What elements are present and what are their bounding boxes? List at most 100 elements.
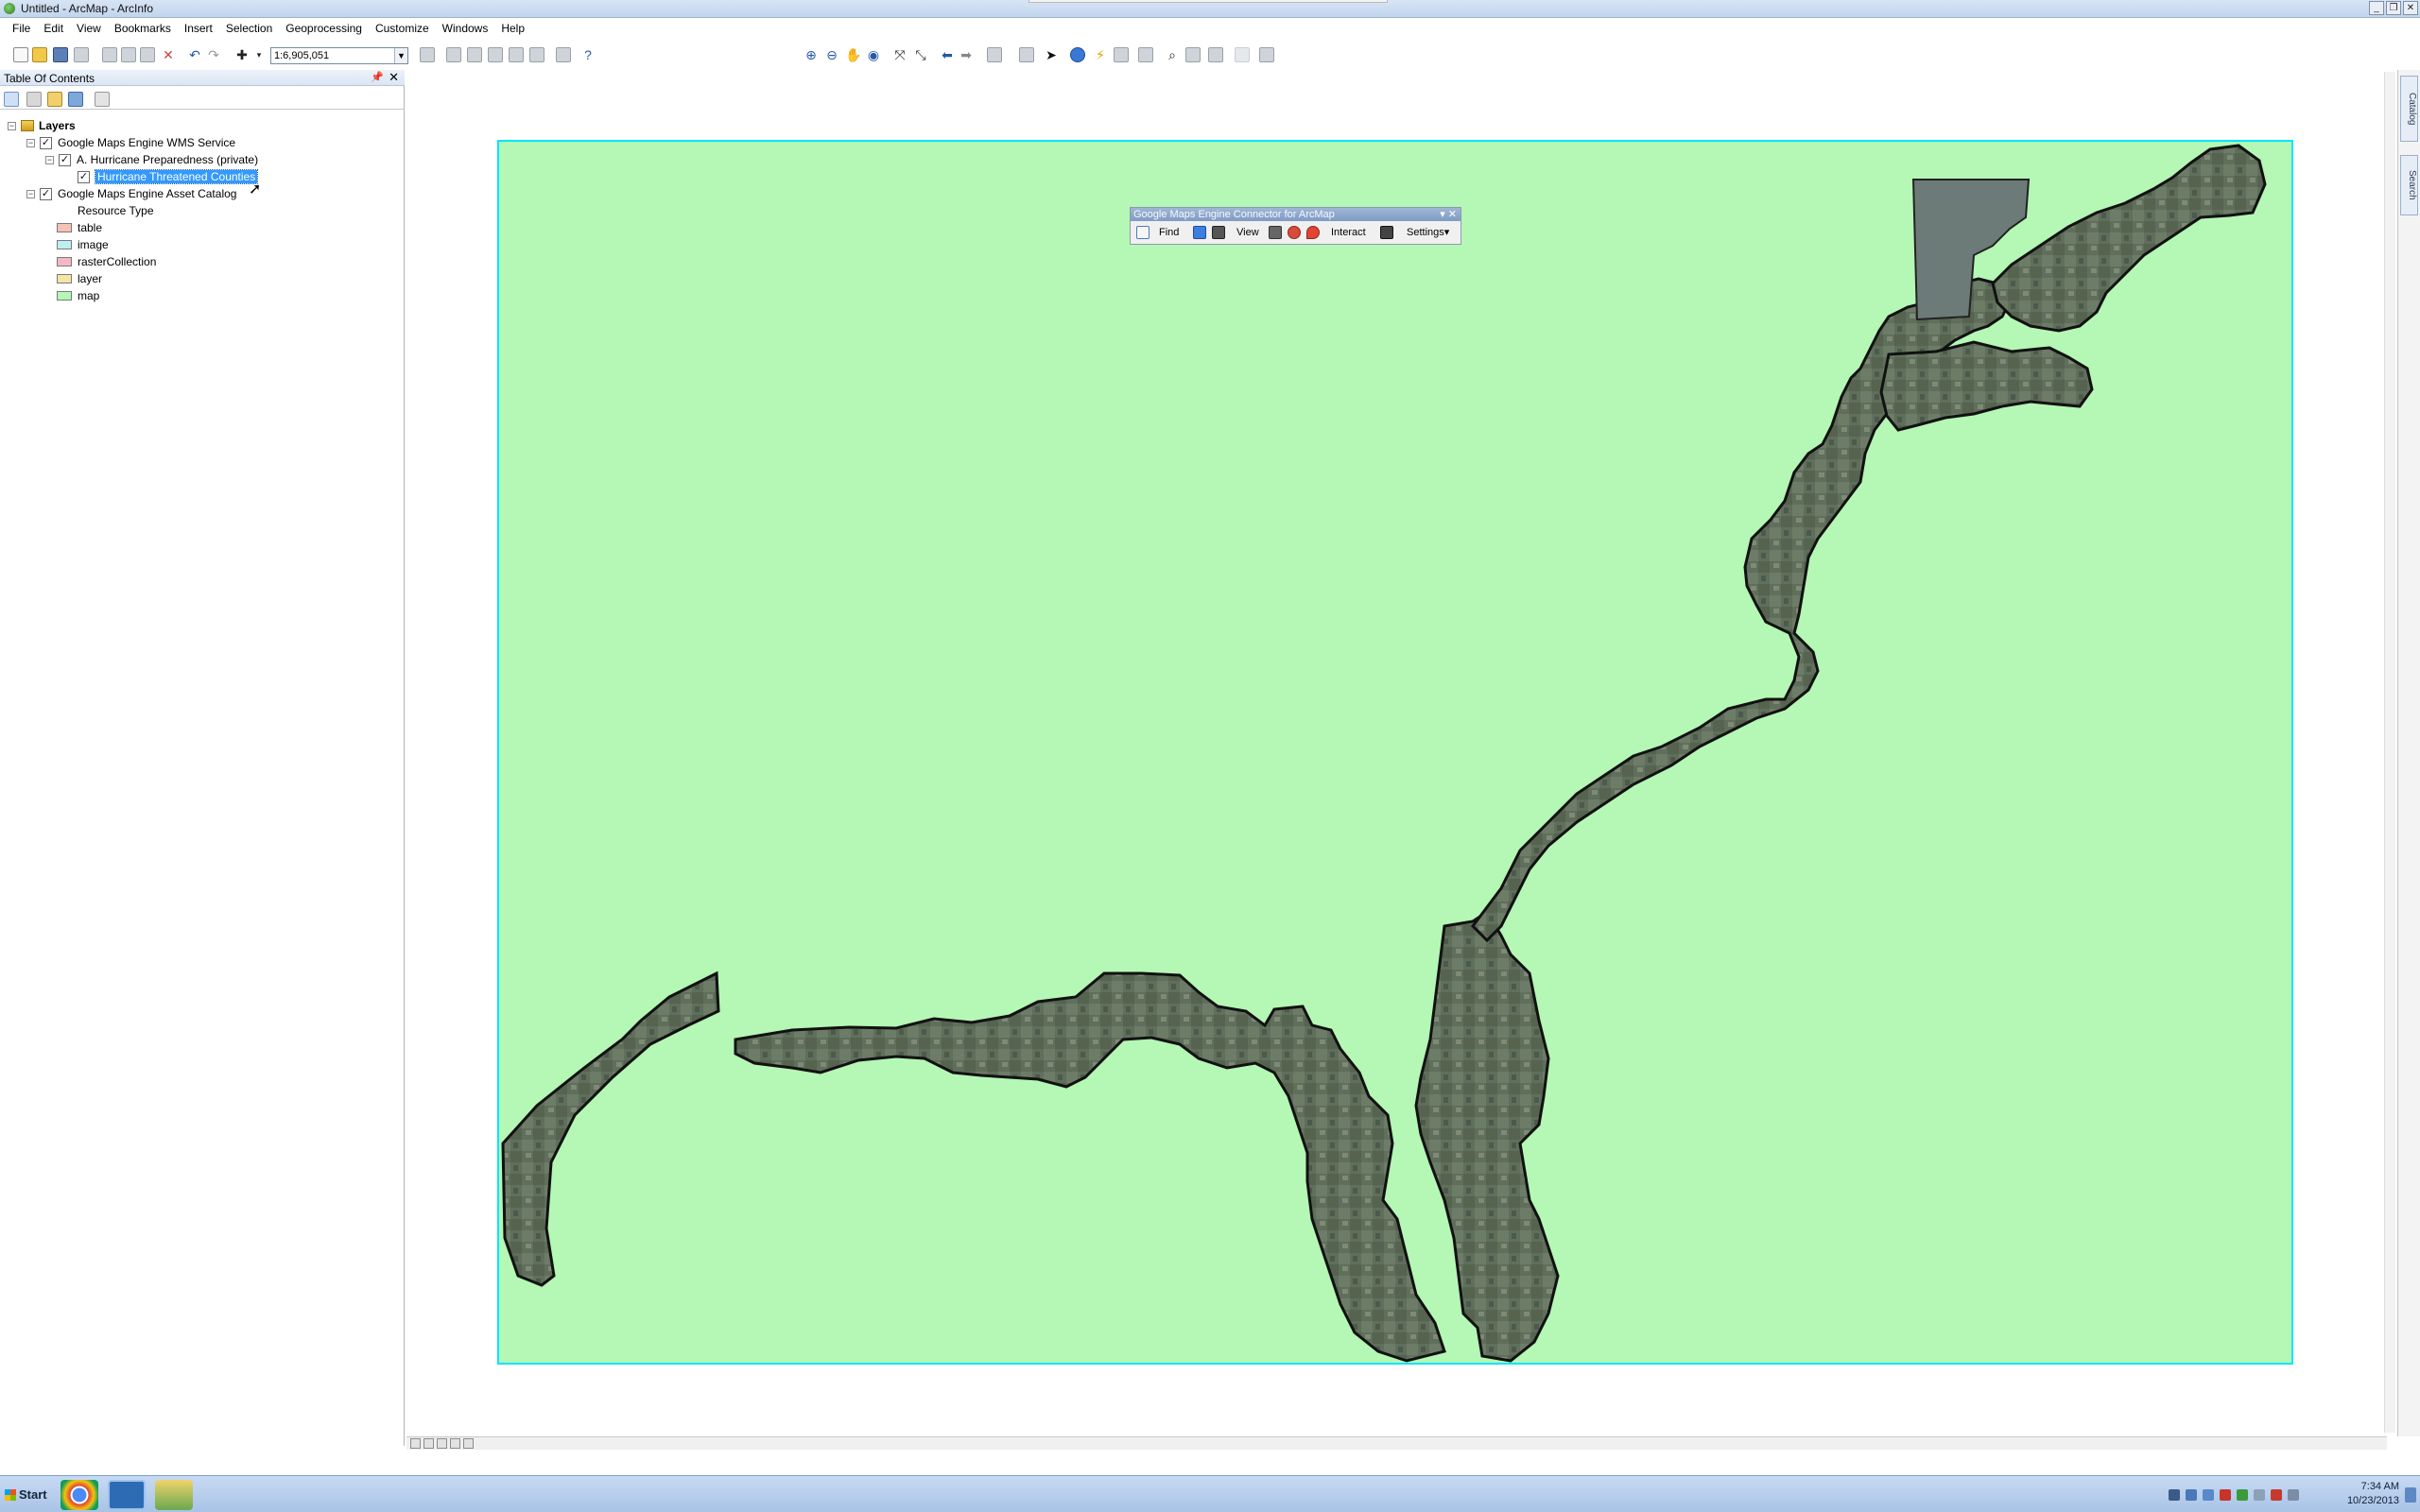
list-by-selection-icon[interactable] — [68, 92, 83, 107]
open-folder-icon[interactable] — [32, 47, 47, 62]
hyperlink-icon[interactable]: ⚡ — [1093, 47, 1108, 62]
pan-icon[interactable]: ✋ — [845, 47, 861, 62]
search-dock-tab[interactable]: Search — [2400, 155, 2418, 215]
add-data-dropdown-icon[interactable]: ▾ — [251, 47, 267, 62]
minimize-icon[interactable]: _ — [2369, 1, 2384, 15]
menu-bookmarks[interactable]: Bookmarks — [108, 20, 178, 39]
layout-view-icon[interactable] — [424, 1438, 434, 1449]
tray-app-icon[interactable] — [2237, 1489, 2248, 1501]
paste-icon[interactable] — [140, 47, 155, 62]
list-by-visibility-icon[interactable] — [47, 92, 62, 107]
auto-hide-pin-icon[interactable]: 📌 — [371, 71, 384, 83]
tree-row-layers[interactable]: − Layers — [8, 117, 76, 134]
menu-view[interactable]: View — [70, 20, 108, 39]
layer-visibility-checkbox[interactable]: ✓ — [78, 170, 90, 183]
arctoolbox-icon[interactable] — [509, 47, 524, 62]
tray-app-icon[interactable] — [2203, 1489, 2214, 1501]
delete-icon[interactable]: ✕ — [161, 47, 176, 62]
identify-icon[interactable] — [1070, 47, 1085, 62]
save-icon[interactable] — [53, 47, 68, 62]
scroll-left-icon[interactable] — [463, 1438, 474, 1449]
network-icon[interactable] — [2288, 1489, 2299, 1501]
tree-row-hurricane-threatened-counties[interactable]: ✓ Hurricane Threatened Counties — [78, 168, 259, 185]
tree-row-wms-service[interactable]: − ✓ Google Maps Engine WMS Service — [26, 134, 235, 151]
select-elements-icon[interactable]: ➤ — [1044, 47, 1059, 62]
tray-app-icon[interactable] — [2220, 1489, 2231, 1501]
layer-icon[interactable] — [1269, 226, 1282, 239]
map-scale-combobox[interactable]: 1:6,905,051 ▼ — [270, 47, 408, 64]
layer-visibility-checkbox[interactable]: ✓ — [59, 153, 71, 166]
map-marker-icon[interactable] — [1306, 226, 1320, 239]
collapse-icon[interactable]: − — [8, 121, 16, 130]
collapse-icon[interactable]: − — [45, 155, 54, 164]
find-icon[interactable]: ⌕ — [1165, 47, 1180, 62]
menu-help[interactable]: Help — [494, 20, 531, 39]
close-icon[interactable]: ▾ ✕ — [1440, 208, 1457, 221]
python-window-icon[interactable] — [529, 47, 544, 62]
gme-toolbar-titlebar[interactable]: Google Maps Engine Connector for ArcMap … — [1131, 208, 1461, 221]
volume-icon[interactable] — [2254, 1489, 2265, 1501]
map-display[interactable]: Google Maps Engine Connector for ArcMap … — [406, 70, 2387, 1436]
redo-icon[interactable]: ↷ — [206, 47, 221, 62]
cut-icon[interactable] — [102, 47, 117, 62]
modelbuilder-icon[interactable] — [556, 47, 571, 62]
clear-selection-icon[interactable] — [1019, 47, 1034, 62]
menu-selection[interactable]: Selection — [219, 20, 279, 39]
arccatalog-taskbar-icon[interactable] — [155, 1480, 193, 1510]
close-icon[interactable]: ✕ — [2403, 1, 2418, 15]
full-extent-icon[interactable]: ◉ — [866, 47, 881, 62]
list-by-source-icon[interactable] — [26, 92, 42, 107]
list-by-drawing-order-icon[interactable] — [4, 92, 19, 107]
interact-button[interactable]: Interact — [1331, 225, 1366, 240]
taskbar-clock[interactable]: 7:34 AM 10/23/2013 — [2347, 1480, 2399, 1508]
menu-insert[interactable]: Insert — [178, 20, 219, 39]
start-button[interactable]: Start — [2, 1485, 53, 1505]
undo-icon[interactable]: ↶ — [187, 47, 202, 62]
tray-app-icon[interactable] — [2186, 1489, 2197, 1501]
data-view-icon[interactable] — [410, 1438, 421, 1449]
pin-icon[interactable] — [1288, 226, 1301, 239]
menu-customize[interactable]: Customize — [369, 20, 436, 39]
menu-geoprocessing[interactable]: Geoprocessing — [279, 20, 369, 39]
fixed-zoom-out-icon[interactable]: ⤡ — [913, 47, 928, 62]
map-horizontal-scrollbar[interactable] — [406, 1436, 2387, 1450]
find-button[interactable]: Find — [1159, 225, 1179, 240]
search-window-icon[interactable] — [488, 47, 503, 62]
go-to-xy-icon[interactable] — [1208, 47, 1223, 62]
copy-icon[interactable] — [121, 47, 136, 62]
collapse-icon[interactable]: − — [26, 138, 35, 147]
whats-this-help-icon[interactable]: ? — [580, 47, 596, 62]
upload-icon[interactable] — [1380, 226, 1393, 239]
fixed-zoom-in-icon[interactable]: ⤧ — [892, 47, 908, 62]
menu-edit[interactable]: Edit — [37, 20, 70, 39]
pause-drawing-icon[interactable] — [450, 1438, 460, 1449]
refresh-icon[interactable] — [437, 1438, 447, 1449]
print-icon[interactable] — [74, 47, 89, 62]
chrome-taskbar-icon[interactable] — [60, 1480, 98, 1510]
go-forward-icon[interactable]: ➡ — [959, 47, 974, 62]
html-popup-icon[interactable] — [1114, 47, 1129, 62]
map-vertical-scrollbar[interactable] — [2384, 72, 2395, 1433]
select-features-icon[interactable] — [987, 47, 1002, 62]
layer-visibility-checkbox[interactable]: ✓ — [40, 136, 52, 149]
show-desktop-icon[interactable] — [2405, 1487, 2416, 1503]
tray-app-icon[interactable] — [2169, 1489, 2180, 1501]
collapse-icon[interactable]: − — [26, 189, 35, 198]
new-document-icon[interactable] — [13, 47, 28, 62]
create-viewer-window-icon[interactable] — [1259, 47, 1274, 62]
settings-button[interactable]: Settings▾ — [1407, 225, 1449, 240]
go-back-icon[interactable]: ⬅ — [940, 47, 955, 62]
view-button[interactable]: View — [1236, 225, 1259, 240]
zoom-out-icon[interactable]: ⊖ — [824, 47, 839, 62]
search-icon[interactable] — [1193, 226, 1206, 239]
catalog-dock-tab[interactable]: Catalog — [2400, 76, 2418, 142]
tree-row-asset-catalog[interactable]: − ✓ Google Maps Engine Asset Catalog — [26, 185, 236, 202]
editor-toolbar-icon[interactable] — [420, 47, 435, 62]
table-of-contents-icon[interactable] — [446, 47, 461, 62]
grid-icon[interactable] — [1212, 226, 1225, 239]
menu-windows[interactable]: Windows — [436, 20, 495, 39]
toc-options-icon[interactable] — [95, 92, 110, 107]
sign-in-icon[interactable] — [1136, 226, 1150, 239]
restore-icon[interactable]: ❐ — [2386, 1, 2401, 15]
tray-app-icon[interactable] — [2271, 1489, 2282, 1501]
